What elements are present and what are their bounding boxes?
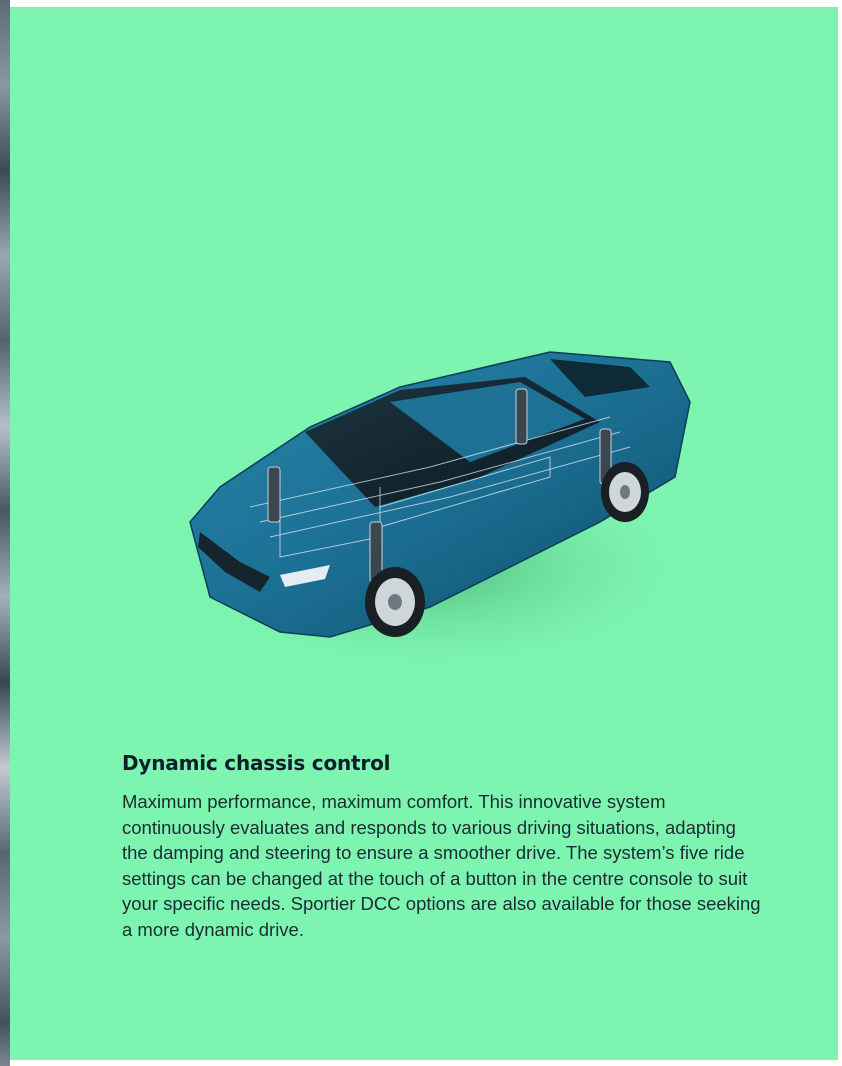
car-chassis-illustration [130,307,710,707]
text-section: Dynamic chassis control Maximum performa… [122,751,762,943]
brochure-page: Dynamic chassis control Maximum performa… [10,7,838,1060]
section-body: Maximum performance, maximum comfort. Th… [122,791,761,940]
adjacent-page-strip [0,0,10,1066]
car-illustration-svg [140,351,710,687]
section-title: Dynamic chassis control [122,751,391,775]
